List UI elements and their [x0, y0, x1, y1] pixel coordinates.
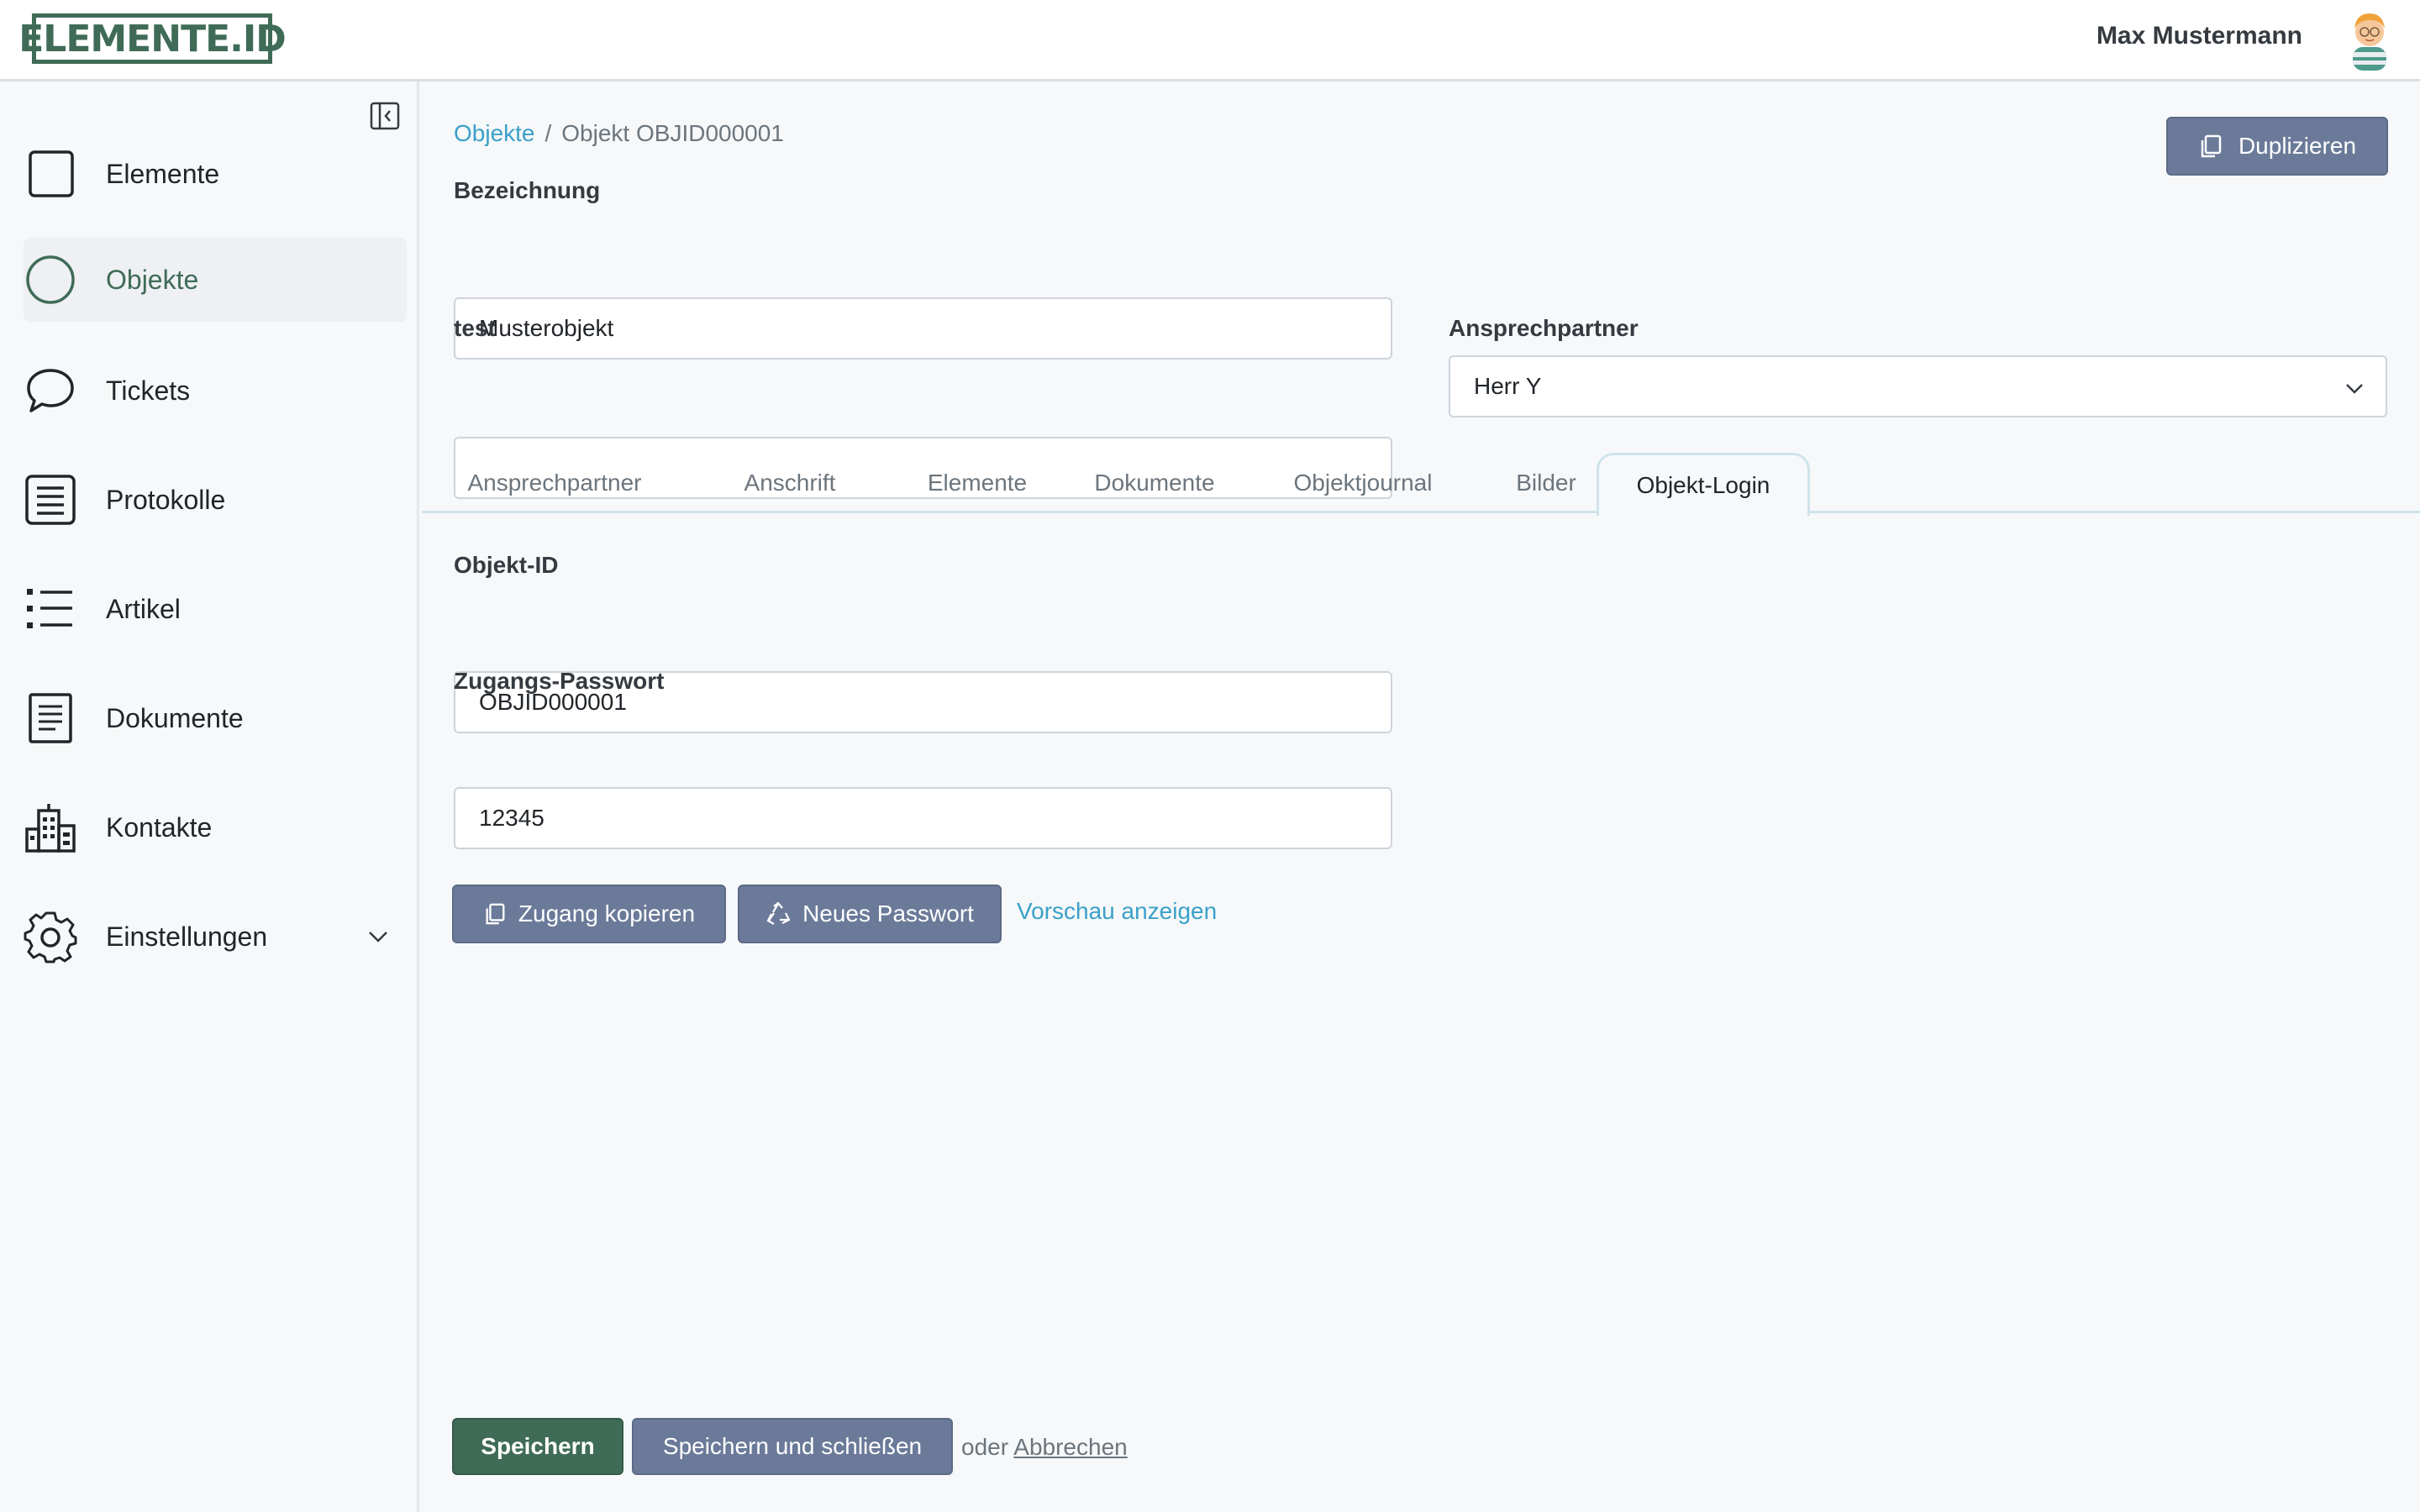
duplicate-button-label: Duplizieren	[2238, 133, 2357, 159]
save-button[interactable]: Speichern	[452, 1418, 623, 1475]
sidebar-item-tickets[interactable]: Tickets	[24, 349, 407, 433]
sidebar-item-label: Einstellungen	[106, 921, 268, 952]
sidebar-item-label: Elemente	[106, 158, 220, 189]
or-text: oder	[961, 1434, 1009, 1460]
top-header: ELEMENTE.ID Max Mustermann	[0, 0, 2420, 81]
ansprechpartner-select[interactable]: Herr Y	[1449, 355, 2387, 417]
chat-bubble-icon	[24, 364, 77, 417]
main-content: Objekte / Objekt OBJID000001 Duplizieren…	[422, 81, 2420, 1512]
sidebar-collapse-icon[interactable]	[370, 102, 400, 130]
copy-access-label: Zugang kopieren	[518, 900, 696, 927]
bullet-list-icon	[24, 582, 77, 636]
new-password-button[interactable]: Neues Passwort	[738, 885, 1002, 943]
gear-icon	[24, 910, 77, 963]
preview-link[interactable]: Vorschau anzeigen	[1017, 898, 1217, 925]
sidebar-item-label: Kontakte	[106, 811, 213, 843]
sidebar-item-objekte[interactable]: Objekte	[24, 238, 407, 322]
tab-bilder[interactable]: Bilder	[1496, 453, 1597, 513]
chevron-down-icon	[2344, 377, 2365, 399]
user-name[interactable]: Max Mustermann	[2096, 22, 2302, 50]
square-icon	[24, 147, 77, 201]
copy-icon	[483, 902, 507, 926]
recycle-icon	[765, 901, 791, 927]
document-icon	[24, 691, 77, 745]
user-avatar[interactable]	[2348, 8, 2391, 72]
ansprechpartner-selected-value: Herr Y	[1474, 373, 1542, 399]
password-label: Zugangs-Passwort	[454, 668, 665, 694]
tab-objekt-login[interactable]: Objekt-Login	[1597, 453, 1810, 516]
sidebar-item-protokolle[interactable]: Protokolle	[24, 458, 407, 542]
sidebar-item-kontakte[interactable]: Kontakte	[24, 785, 407, 869]
sidebar-item-label: Protokolle	[106, 484, 226, 515]
duplicate-button[interactable]: Duplizieren	[2166, 117, 2388, 176]
tab-elemente[interactable]: Elemente	[918, 453, 1037, 513]
password-input[interactable]	[454, 787, 1392, 849]
sidebar-item-artikel[interactable]: Artikel	[24, 567, 407, 651]
sidebar: Elemente Objekte Tickets Protokolle Arti…	[0, 81, 419, 1512]
tab-dokumente[interactable]: Dokumente	[1087, 453, 1222, 513]
footer-or-text: oder Abbrechen	[961, 1434, 1128, 1461]
sidebar-item-dokumente[interactable]: Dokumente	[24, 676, 407, 760]
breadcrumb-current: Objekt OBJID000001	[561, 120, 784, 146]
breadcrumb-separator: /	[544, 120, 552, 146]
sidebar-item-elemente[interactable]: Elemente	[24, 132, 407, 216]
copy-icon	[2198, 134, 2223, 159]
tab-objektjournal[interactable]: Objektjournal	[1281, 453, 1445, 513]
chevron-down-icon[interactable]	[366, 925, 390, 948]
breadcrumb-link-objekte[interactable]: Objekte	[454, 120, 535, 147]
breadcrumb: Objekte / Objekt OBJID000001	[454, 120, 784, 147]
sidebar-item-label: Artikel	[106, 593, 181, 624]
buildings-icon	[24, 801, 77, 854]
save-and-close-button[interactable]: Speichern und schließen	[632, 1418, 953, 1475]
tab-ansprechpartner[interactable]: Ansprechpartner	[462, 453, 647, 513]
objekt-id-label: Objekt-ID	[454, 552, 559, 578]
ansprechpartner-label: Ansprechpartner	[1449, 315, 1639, 341]
new-password-label: Neues Passwort	[802, 900, 974, 927]
copy-access-button[interactable]: Zugang kopieren	[452, 885, 726, 943]
sidebar-item-einstellungen[interactable]: Einstellungen	[24, 895, 407, 979]
circle-icon	[24, 253, 77, 307]
sidebar-item-label: Objekte	[106, 264, 199, 295]
test-label: test	[454, 315, 496, 341]
list-box-icon	[24, 473, 77, 527]
bezeichnung-label: Bezeichnung	[454, 177, 601, 203]
bezeichnung-input[interactable]	[454, 297, 1392, 360]
cancel-link[interactable]: Abbrechen	[1013, 1434, 1127, 1460]
app-logo[interactable]: ELEMENTE.ID	[18, 13, 287, 64]
sidebar-item-label: Dokumente	[106, 702, 244, 733]
sidebar-item-label: Tickets	[106, 375, 191, 406]
tab-anschrift[interactable]: Anschrift	[731, 453, 849, 513]
